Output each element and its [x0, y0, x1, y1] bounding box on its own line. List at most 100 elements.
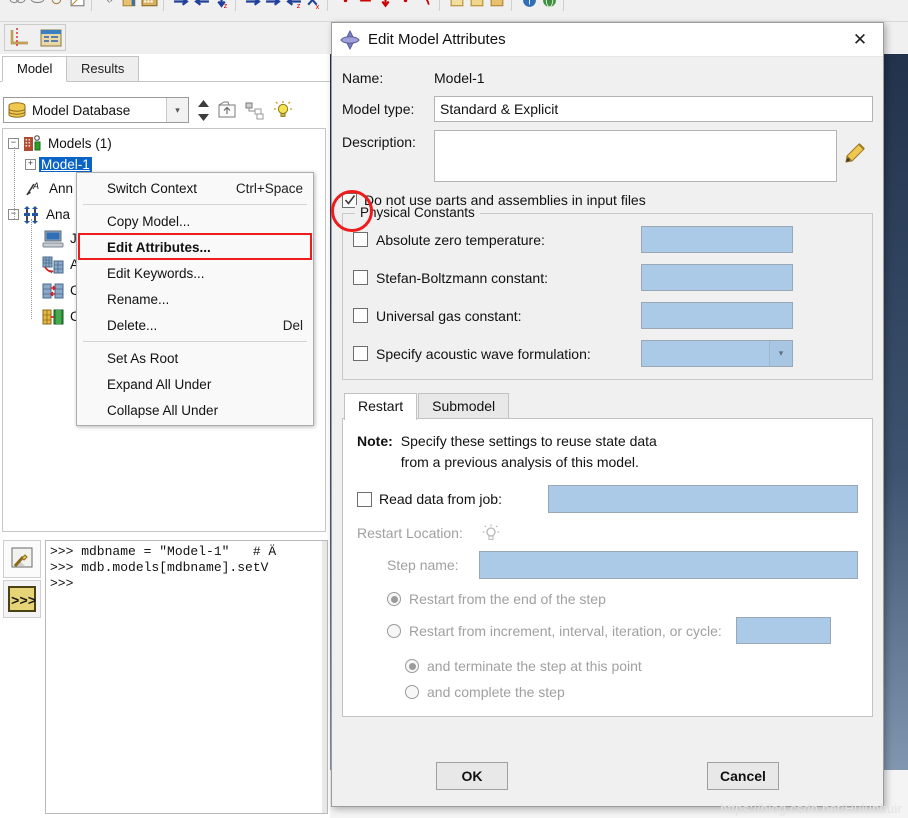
menu-item-rename[interactable]: Rename... [77, 286, 313, 312]
menu-item-label: Edit Keywords... [107, 265, 205, 281]
filter-tree-button[interactable] [243, 98, 267, 122]
universal-gas-checkbox[interactable] [353, 308, 368, 323]
expander-plus-icon[interactable]: + [25, 159, 36, 170]
complete-step-row[interactable]: and complete the step [357, 684, 858, 700]
tab-model[interactable]: Model [2, 56, 68, 82]
translate-z-icon[interactable]: z [213, 0, 230, 10]
menu-item-edit-keywords[interactable]: Edit Keywords... [77, 260, 313, 286]
query-icon[interactable] [101, 0, 118, 10]
chevron-down-icon[interactable]: ▾ [769, 341, 792, 366]
restart-increment-radio[interactable] [387, 623, 401, 638]
pencil-icon [845, 143, 865, 163]
complete-step-label: and complete the step [427, 684, 565, 700]
cli-button[interactable]: >>> [3, 580, 41, 618]
console-toggle-buttons: >>> [3, 540, 43, 620]
new-file-icon[interactable] [449, 0, 466, 10]
menu-item-edit-attributes[interactable]: Edit Attributes... [77, 233, 313, 260]
python-console[interactable]: >>> mdbname = "Model-1" # Ä >>> mdb.mode… [45, 540, 328, 814]
menu-item-delete[interactable]: Delete... Del [77, 312, 313, 338]
tree-depth-spinner[interactable] [195, 99, 211, 122]
rotate-icon[interactable] [29, 0, 46, 10]
axis-x-icon[interactable]: x [305, 0, 322, 10]
description-field[interactable] [434, 130, 837, 182]
tab-submodel[interactable]: Submodel [418, 393, 510, 419]
curve-icon[interactable] [417, 0, 434, 10]
restart-end-of-step-radio[interactable] [387, 592, 401, 606]
translate-x-icon[interactable] [173, 0, 190, 10]
datum-csys-icon[interactable] [8, 26, 34, 50]
menu-item-label: Rename... [107, 291, 170, 307]
note-label: Note: [357, 433, 393, 449]
chevron-down-icon[interactable]: ▾ [166, 98, 188, 122]
folder-icon[interactable] [121, 0, 138, 10]
move-left-icon[interactable]: z [285, 0, 302, 10]
terminate-step-radio[interactable] [405, 659, 419, 673]
tree-node-cosimulation[interactable]: C [41, 281, 80, 300]
model-type-field[interactable]: Standard & Explicit [434, 96, 873, 122]
restart-increment-label: Restart from increment, interval, iterat… [409, 622, 722, 639]
acoustic-wave-combo[interactable]: ▾ [641, 340, 793, 367]
terminate-step-row[interactable]: and terminate the step at this point [357, 658, 858, 674]
absolute-zero-checkbox[interactable] [353, 232, 368, 247]
translate-back-icon[interactable] [193, 0, 210, 10]
message-area-button[interactable] [3, 540, 41, 578]
menu-item-expand-all-under[interactable]: Expand All Under [77, 371, 313, 397]
up-one-level-icon [218, 101, 235, 117]
info-icon[interactable]: i [521, 0, 538, 10]
acoustic-wave-checkbox[interactable] [353, 346, 368, 361]
view-cube-icon[interactable] [69, 0, 86, 10]
up-one-level-button[interactable] [215, 98, 239, 122]
console-scrollbar[interactable] [322, 541, 327, 813]
description-edit-button[interactable] [837, 130, 873, 164]
optimization-icon [42, 309, 64, 324]
tree-node-annotations[interactable]: A Ann [25, 179, 73, 198]
pan-icon[interactable] [9, 0, 26, 10]
menu-item-copy-model[interactable]: Copy Model... [77, 208, 313, 234]
restart-increment-row[interactable]: Restart from increment, interval, iterat… [357, 617, 858, 644]
model-database-combo[interactable]: Model Database ▾ [3, 97, 189, 123]
absolute-zero-field[interactable] [641, 226, 793, 253]
read-data-from-job-checkbox[interactable] [357, 491, 372, 507]
move-right-2-icon[interactable] [265, 0, 282, 10]
ok-button[interactable]: OK [436, 762, 508, 790]
keyboard-icon[interactable] [141, 0, 158, 10]
read-data-from-job-field[interactable] [548, 485, 858, 513]
menu-item-switch-context[interactable]: Switch Context Ctrl+Space [77, 175, 313, 201]
complete-step-radio[interactable] [405, 685, 419, 699]
context-menu[interactable]: Switch Context Ctrl+Space Copy Model... … [76, 172, 314, 426]
step-name-field[interactable] [479, 551, 858, 579]
message-area-icon [11, 547, 33, 568]
tree-node-adaptivity[interactable]: A [41, 255, 79, 274]
dot2-icon[interactable] [397, 0, 414, 10]
spinner-up-icon[interactable] [197, 99, 210, 110]
model-tree-icon[interactable] [38, 26, 64, 50]
restart-note: Note: Specify these settings to reuse st… [357, 431, 858, 473]
tree-tip-button[interactable] [271, 98, 295, 122]
menu-item-set-as-root[interactable]: Set As Root [77, 345, 313, 371]
tab-restart[interactable]: Restart [344, 393, 418, 420]
point-icon[interactable] [337, 0, 354, 10]
tree-node-models[interactable]: − Models (1) [8, 134, 112, 153]
console-line: >>> [50, 576, 74, 591]
spinner-down-icon[interactable] [197, 111, 210, 122]
line-icon[interactable] [357, 0, 374, 10]
menu-item-label: Collapse All Under [107, 402, 219, 418]
tree-node-optimization[interactable]: C [41, 307, 80, 326]
globe-icon[interactable] [541, 0, 558, 10]
restart-increment-field[interactable] [735, 617, 831, 644]
close-icon[interactable]: ✕ [843, 25, 877, 55]
stefan-boltzmann-field[interactable] [641, 264, 793, 291]
zoom-icon[interactable] [49, 0, 66, 10]
menu-item-collapse-all-under[interactable]: Collapse All Under [77, 397, 313, 423]
save-file-icon[interactable] [489, 0, 506, 10]
tree-node-jobs[interactable]: J [41, 229, 77, 248]
restart-end-of-step-row[interactable]: Restart from the end of the step [357, 591, 858, 607]
stefan-boltzmann-checkbox[interactable] [353, 270, 368, 285]
open-file-icon[interactable] [469, 0, 486, 10]
tab-results[interactable]: Results [66, 56, 140, 82]
tree-node-analysis[interactable]: − Ana [8, 205, 70, 224]
move-right-icon[interactable] [245, 0, 262, 10]
arrow-down-icon[interactable] [377, 0, 394, 10]
universal-gas-field[interactable] [641, 302, 793, 329]
cancel-button[interactable]: Cancel [707, 762, 779, 790]
